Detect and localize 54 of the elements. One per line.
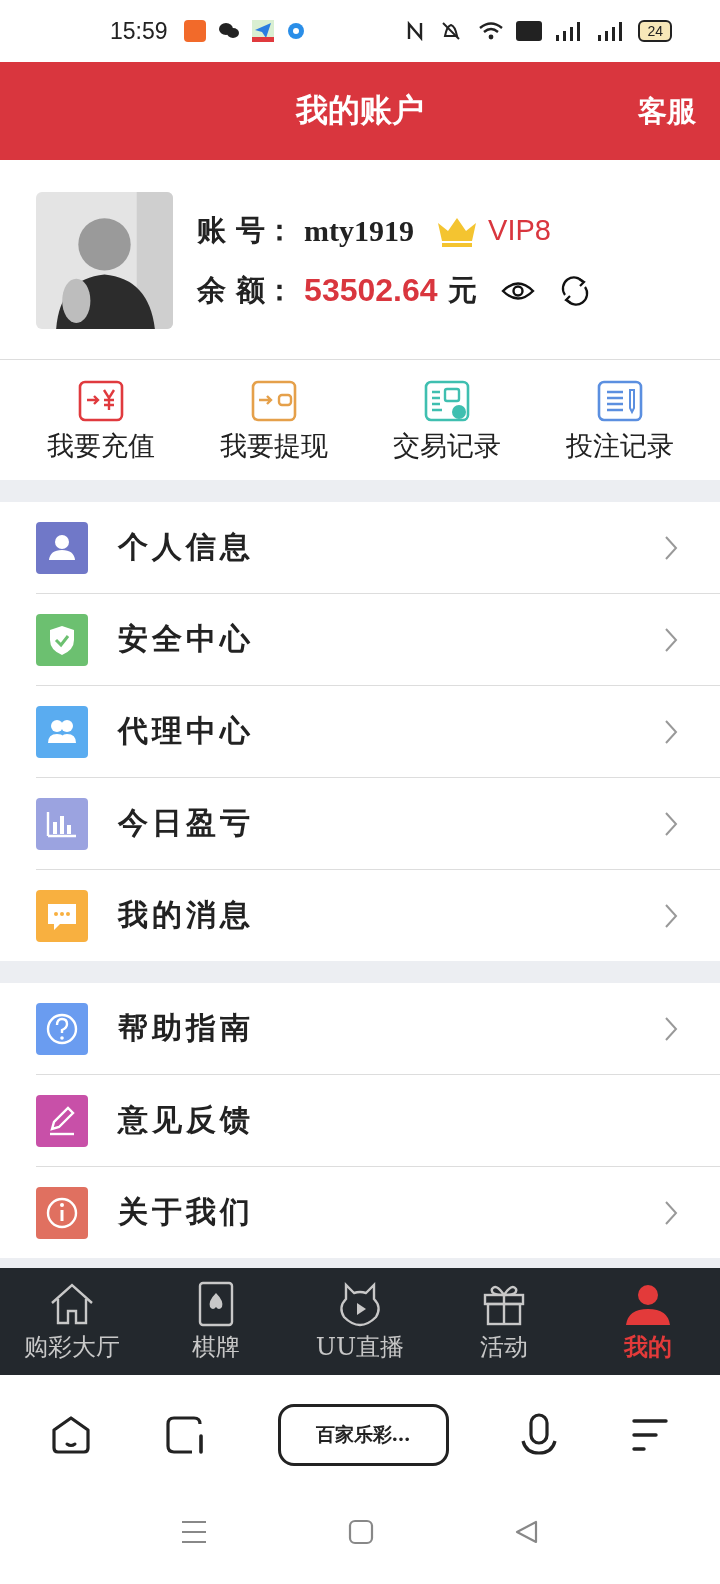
chat-icon [217,21,240,41]
chevron-right-icon [664,902,678,929]
tab[interactable]: 购彩大厅 [0,1268,144,1375]
account-name: mty1919 [304,213,415,248]
balance-label: 余 额： [197,271,295,309]
circle-icon [285,21,306,41]
paper-plane-icon [251,20,274,42]
tab[interactable]: 棋牌 [144,1268,288,1375]
page-title: 我的账户 [296,90,424,131]
menu-item-label: 我的消息 [118,896,255,934]
eye-icon[interactable] [500,279,535,302]
menu-item-label: 关于我们 [118,1193,255,1231]
menu-item[interactable]: 今日盈亏 [36,778,720,870]
microphone-icon[interactable] [520,1413,559,1457]
tab[interactable]: 活动 [432,1268,576,1375]
chevron-right-icon [664,626,678,653]
menu-item-label: 代理中心 [118,712,255,750]
transactions-button[interactable]: 交易记录 [360,380,533,464]
menu-item[interactable]: 意见反馈 [36,1075,720,1167]
vip-level: VIP8 [488,214,551,247]
bets-button[interactable]: 投注记录 [533,380,706,464]
battery-indicator: 24 [638,20,672,42]
withdraw-button[interactable]: 我要提现 [187,380,360,464]
menu-item-label: 安全中心 [118,620,255,658]
chevron-right-icon [664,1199,678,1226]
customer-service-button[interactable]: 客服 [638,92,696,132]
balance-amount: 53502.64 [304,272,438,309]
status-time: 15:59 [110,17,168,45]
menu-item[interactable]: 安全中心 [36,594,720,686]
chevron-right-icon [664,1015,678,1042]
chevron-right-icon [664,718,678,745]
home-square-icon[interactable] [348,1518,374,1545]
currency-unit: 元 [447,271,477,309]
address-bar[interactable]: 百家乐彩… [277,1404,449,1466]
tab[interactable]: UU直播 [288,1268,432,1375]
menu-icon[interactable] [630,1417,670,1453]
chevron-right-icon [664,534,678,561]
menu-item[interactable]: 关于我们 [36,1167,720,1258]
menu-item-label: 个人信息 [118,528,255,566]
tabs-icon[interactable] [163,1414,206,1456]
menu-item[interactable]: 我的消息 [36,870,720,961]
home-icon[interactable] [50,1414,92,1456]
menu-item[interactable]: 代理中心 [36,686,720,778]
menu-item-label: 今日盈亏 [118,804,255,842]
menu-item[interactable]: 帮助指南 [36,983,720,1075]
chevron-right-icon [664,810,678,837]
menu-item-label: 帮助指南 [118,1009,255,1047]
wifi-icon [478,21,505,41]
account-label: 账 号： [197,211,295,249]
menu-item-label: 意见反馈 [118,1101,255,1139]
back-icon[interactable] [514,1518,540,1545]
menu-item[interactable]: 个人信息 [36,502,720,594]
recharge-button[interactable]: 我要充值 [14,380,187,464]
nfc-icon [406,21,425,41]
